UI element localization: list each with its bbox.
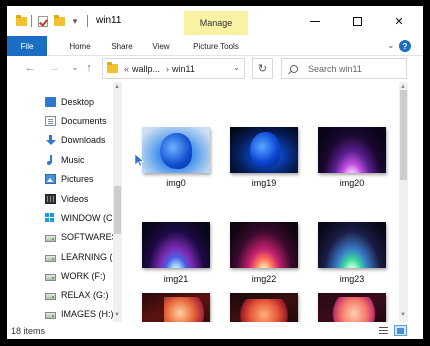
forward-button[interactable]: → [47,62,61,74]
thumbnail-img22[interactable] [230,222,298,268]
thumbnail-img21[interactable] [142,222,210,268]
file-name-img0[interactable]: img0 [136,178,216,188]
nav-item-drive-learning[interactable]: LEARNING ( [45,248,115,266]
details-view-icon [379,330,388,331]
windows-drive-icon [45,213,56,223]
up-button[interactable]: ↑ [82,62,96,74]
customize-toolbar-icon[interactable]: ▾ [69,15,81,27]
thumbnail-img23[interactable] [318,222,386,268]
folder-icon [107,62,118,73]
status-bar: 18 items [7,322,423,339]
downloads-icon [45,135,56,145]
scroll-up-icon[interactable]: ▲ [114,84,120,90]
search-input[interactable]: Search win11 [308,64,362,74]
address-dropdown-icon[interactable]: ⌄ [233,63,240,72]
item-count: 18 items [11,326,46,336]
file-explorer-window: ▾ win11 Manage ✕ File Home Share View Pi… [7,6,423,339]
new-folder-icon[interactable] [53,14,65,27]
minimize-button[interactable] [305,12,325,30]
thumbnail-img0[interactable] [142,127,210,173]
nav-item-drive-softwares[interactable]: SOFTWARES [45,228,115,246]
tab-home[interactable]: Home [63,36,97,56]
nav-scrollbar-thumb[interactable] [114,186,121,234]
tab-view[interactable]: View [147,36,175,56]
thumbnail-row3-1[interactable] [142,293,210,322]
search-icon [290,64,298,73]
scroll-down-icon[interactable]: ▼ [114,312,120,318]
refresh-button[interactable]: ↻ [252,58,273,79]
large-icons-view-icon [397,327,404,334]
close-button[interactable]: ✕ [389,12,409,30]
title-bar: ▾ win11 Manage ✕ [7,6,423,36]
nav-item-desktop[interactable]: Desktop [45,93,115,111]
help-icon[interactable]: ? [399,40,411,52]
details-view-button[interactable] [377,325,390,336]
drive-icon [45,254,56,262]
tab-picture-tools[interactable]: Picture Tools [184,36,248,56]
breadcrumb-win11[interactable]: win11 [172,64,195,74]
minimize-icon [310,20,320,22]
drive-icon [45,292,56,300]
navigation-pane: Desktop Documents Downloads Music Pictur… [7,82,123,322]
ribbon-tabs: File Home Share View Picture Tools ⌄ ? [7,36,423,56]
file-name-img20[interactable]: img20 [312,178,392,188]
file-name-img23[interactable]: img23 [312,274,392,284]
divider [87,15,88,27]
tab-manage[interactable]: Manage [184,11,248,35]
back-button[interactable]: ← [23,62,37,74]
large-icons-view-button[interactable] [394,325,407,336]
documents-icon [45,116,56,126]
nav-item-drive-work[interactable]: WORK (F:) [45,267,115,285]
drive-icon [45,311,56,319]
desktop-icon [45,97,56,107]
nav-item-drive-images[interactable]: IMAGES (H:) [45,305,115,322]
tab-file[interactable]: File [7,36,47,56]
music-icon [45,155,56,165]
expand-ribbon-icon[interactable]: ⌄ [387,40,395,51]
thumbnail-row3-3[interactable] [318,293,386,322]
thumbnail-row3-2[interactable] [230,293,298,322]
maximize-button[interactable] [347,12,367,30]
recent-locations-button[interactable]: ⌄ [68,62,82,73]
tab-share[interactable]: Share [105,36,139,56]
videos-icon [45,194,56,204]
nav-item-drive-c[interactable]: WINDOW (C [45,209,115,227]
breadcrumb-separator[interactable]: › [166,64,169,74]
content-scrollbar-thumb[interactable] [400,90,407,180]
scroll-up-icon[interactable]: ▲ [400,84,406,90]
nav-item-downloads[interactable]: Downloads [45,131,115,149]
nav-item-pictures[interactable]: Pictures [45,170,115,188]
thumbnail-img19[interactable] [230,127,298,173]
file-name-img22[interactable]: img22 [224,274,304,284]
window-title: win11 [96,15,122,26]
divider [31,15,32,27]
file-list: img0 img19 img20 img21 img22 img23 [123,82,399,322]
properties-icon[interactable] [37,15,49,27]
scroll-down-icon[interactable]: ▼ [400,312,406,318]
breadcrumb-overflow[interactable]: « [124,64,129,74]
address-bar[interactable]: « wallp... › win11 ⌄ [102,58,245,79]
drive-icon [45,273,56,281]
breadcrumb-wallpapers[interactable]: wallp... [132,64,160,74]
address-row: ← → ⌄ ↑ « wallp... › win11 ⌄ ↻ Search wi… [7,56,423,82]
nav-item-videos[interactable]: Videos [45,190,115,208]
file-name-img21[interactable]: img21 [136,274,216,284]
search-box[interactable]: Search win11 [281,58,407,79]
nav-item-documents[interactable]: Documents [45,112,115,130]
file-name-img19[interactable]: img19 [224,178,304,188]
nav-item-drive-relax[interactable]: RELAX (G:) [45,286,115,304]
nav-item-music[interactable]: Music [45,151,115,169]
drive-icon [45,234,56,242]
folder-icon [15,14,27,27]
pictures-icon [45,174,56,184]
thumbnail-img20[interactable] [318,127,386,173]
maximize-icon [352,16,362,26]
